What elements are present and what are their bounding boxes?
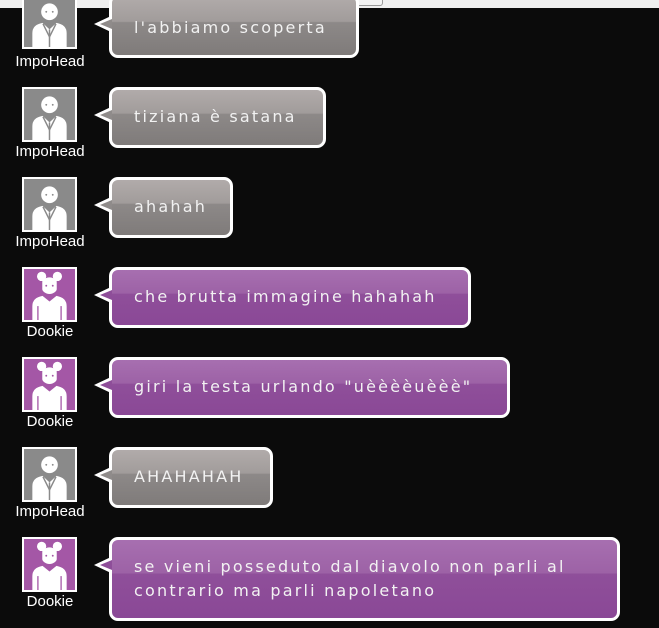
- user-female-icon[interactable]: [22, 357, 77, 412]
- username: ImpoHead: [15, 53, 85, 70]
- user-male-icon[interactable]: [22, 447, 77, 502]
- message-bubble: l'abbiamo scoperta: [109, 0, 359, 58]
- bubble-tail-fill: [100, 19, 112, 29]
- username: Dookie: [26, 413, 74, 430]
- bubble-tail-fill: [100, 200, 112, 210]
- message-bubble: tiziana è satana: [109, 87, 326, 148]
- username: ImpoHead: [15, 503, 85, 520]
- message-bubble: che brutta immagine hahahah: [109, 267, 471, 328]
- message-bubble: ahahah: [109, 177, 233, 238]
- message-bubble: giri la testa urlando "uèèèèuèèè": [109, 357, 510, 418]
- bubble-tail-fill: [100, 560, 112, 570]
- bubble-tail-fill: [100, 110, 112, 120]
- bubble-tail-fill: [100, 290, 112, 300]
- bubble-tail-fill: [100, 470, 112, 480]
- username: ImpoHead: [15, 143, 85, 160]
- user-male-icon[interactable]: [22, 177, 77, 232]
- username: Dookie: [26, 323, 74, 340]
- username: Dookie: [26, 593, 74, 610]
- bubble-tail-fill: [100, 380, 112, 390]
- user-male-icon[interactable]: [22, 0, 77, 49]
- username: ImpoHead: [15, 233, 85, 250]
- message-bubble: se vieni posseduto dal diavolo non parli…: [109, 537, 620, 621]
- user-female-icon[interactable]: [22, 537, 77, 592]
- message-bubble: AHAHAHAH: [109, 447, 273, 508]
- user-male-icon[interactable]: [22, 87, 77, 142]
- user-female-icon[interactable]: [22, 267, 77, 322]
